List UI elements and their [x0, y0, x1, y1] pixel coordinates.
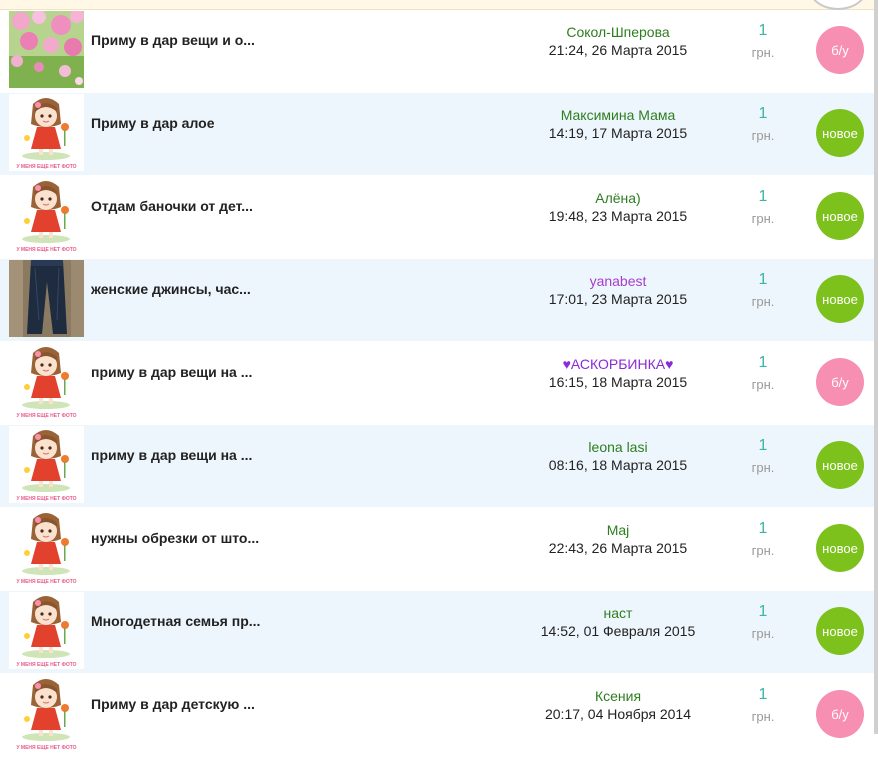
author-link[interactable]: Ксения	[500, 688, 736, 704]
author-link[interactable]: Максимина Мама	[500, 107, 736, 123]
no-photo-caption: У МЕНЯ ЕЩЕ НЕТ ФОТО	[16, 164, 76, 170]
author-link[interactable]: Сокол-Шперова	[500, 24, 736, 40]
ad-date: 16:15, 18 Марта 2015	[548, 374, 688, 390]
no-photo-doll-image: У МЕНЯ ЕЩЕ НЕТ ФОТО	[9, 509, 84, 586]
ad-title-link[interactable]: Приму в дар детскую ...	[91, 696, 255, 712]
ad-date: 21:24, 26 Марта 2015	[548, 42, 688, 58]
no-photo-caption: У МЕНЯ ЕЩЕ НЕТ ФОТО	[16, 247, 76, 253]
price-value: 1	[758, 271, 768, 288]
ad-title-link[interactable]: Отдам баночки от дет...	[91, 198, 253, 214]
price-unit: грн.	[751, 294, 775, 309]
condition-badge: новое	[816, 275, 864, 323]
scrollbar-edge[interactable]	[874, 0, 878, 734]
ad-title-link[interactable]: Приму в дар алое	[91, 115, 215, 131]
flowers-photo-image	[9, 11, 84, 88]
thumbnail-link[interactable]: У МЕНЯ ЕЩЕ НЕТ ФОТО	[9, 509, 84, 586]
no-photo-caption: У МЕНЯ ЕЩЕ НЕТ ФОТО	[16, 496, 76, 502]
table-row[interactable]: Приму в дар вещи и о... Сокол-Шперова 21…	[0, 10, 874, 93]
no-photo-caption: У МЕНЯ ЕЩЕ НЕТ ФОТО	[16, 413, 76, 419]
no-photo-caption: У МЕНЯ ЕЩЕ НЕТ ФОТО	[16, 579, 76, 585]
ad-date: 17:01, 23 Марта 2015	[548, 291, 688, 307]
price-unit: грн.	[751, 626, 775, 641]
table-row[interactable]: У МЕНЯ ЕЩЕ НЕТ ФОТО приму в дар вещи на …	[0, 342, 874, 425]
thumbnail-link[interactable]: У МЕНЯ ЕЩЕ НЕТ ФОТО	[9, 675, 84, 752]
price-unit: грн.	[751, 211, 775, 226]
thumbnail-link[interactable]: У МЕНЯ ЕЩЕ НЕТ ФОТО	[9, 426, 84, 503]
thumbnail-link[interactable]: У МЕНЯ ЕЩЕ НЕТ ФОТО	[9, 592, 84, 669]
condition-badge: новое	[816, 524, 864, 572]
no-photo-doll-image: У МЕНЯ ЕЩЕ НЕТ ФОТО	[9, 343, 84, 420]
table-row[interactable]: У МЕНЯ ЕЩЕ НЕТ ФОТО Отдам баночки от дет…	[0, 176, 874, 259]
ad-date: 08:16, 18 Марта 2015	[548, 457, 688, 473]
price-value: 1	[758, 437, 768, 454]
table-row[interactable]: У МЕНЯ ЕЩЕ НЕТ ФОТО приму в дар вещи на …	[0, 425, 874, 508]
thumbnail-link[interactable]: У МЕНЯ ЕЩЕ НЕТ ФОТО	[9, 343, 84, 420]
no-photo-caption: У МЕНЯ ЕЩЕ НЕТ ФОТО	[16, 662, 76, 668]
no-photo-doll-image: У МЕНЯ ЕЩЕ НЕТ ФОТО	[9, 675, 84, 752]
price-value: 1	[758, 105, 768, 122]
table-row[interactable]: У МЕНЯ ЕЩЕ НЕТ ФОТО нужны обрезки от што…	[0, 508, 874, 591]
thumbnail-link[interactable]: У МЕНЯ ЕЩЕ НЕТ ФОТО	[9, 177, 84, 254]
no-photo-doll-image: У МЕНЯ ЕЩЕ НЕТ ФОТО	[9, 426, 84, 503]
table-row[interactable]: женские джинсы, час... yanabest 17:01, 2…	[0, 259, 874, 342]
author-link[interactable]: Алёна)	[500, 190, 736, 206]
condition-badge: новое	[816, 109, 864, 157]
table-row[interactable]: У МЕНЯ ЕЩЕ НЕТ ФОТО Многодетная семья пр…	[0, 591, 874, 674]
jeans-photo-image	[9, 260, 84, 337]
price-unit: грн.	[751, 377, 775, 392]
price-unit: грн.	[751, 460, 775, 475]
author-link[interactable]: leona lasi	[500, 439, 736, 455]
thumbnail-link[interactable]	[9, 260, 84, 337]
ads-list: Приму в дар вещи и о... Сокол-Шперова 21…	[0, 10, 874, 757]
price-value: 1	[758, 686, 768, 703]
thumbnail-link[interactable]	[9, 11, 84, 88]
ad-title-link[interactable]: приму в дар вещи на ...	[91, 364, 252, 380]
condition-badge: б/у	[816, 26, 864, 74]
condition-badge: новое	[816, 192, 864, 240]
thumbnail-link[interactable]: У МЕНЯ ЕЩЕ НЕТ ФОТО	[9, 94, 84, 171]
no-photo-caption: У МЕНЯ ЕЩЕ НЕТ ФОТО	[16, 745, 76, 751]
no-photo-doll-image: У МЕНЯ ЕЩЕ НЕТ ФОТО	[9, 592, 84, 669]
top-strip	[0, 0, 878, 10]
ad-title-link[interactable]: приму в дар вещи на ...	[91, 447, 252, 463]
table-row[interactable]: У МЕНЯ ЕЩЕ НЕТ ФОТО Приму в дар детскую …	[0, 674, 874, 757]
ad-title-link[interactable]: нужны обрезки от што...	[91, 530, 259, 546]
author-link[interactable]: ♥АСКОРБИНКА♥	[500, 356, 736, 372]
price-value: 1	[758, 520, 768, 537]
ad-title-link[interactable]: женские джинсы, час...	[91, 281, 251, 297]
condition-badge: б/у	[816, 358, 864, 406]
price-unit: грн.	[751, 709, 775, 724]
ad-date: 19:48, 23 Марта 2015	[548, 208, 688, 224]
price-unit: грн.	[751, 45, 775, 60]
no-photo-doll-image: У МЕНЯ ЕЩЕ НЕТ ФОТО	[9, 94, 84, 171]
ad-date: 14:19, 17 Марта 2015	[548, 125, 688, 141]
author-link[interactable]: Maj	[500, 522, 736, 538]
ad-date: 14:52, 01 Февраля 2015	[540, 623, 696, 639]
price-value: 1	[758, 603, 768, 620]
price-value: 1	[758, 22, 768, 39]
condition-badge: б/у	[816, 690, 864, 738]
no-photo-doll-image: У МЕНЯ ЕЩЕ НЕТ ФОТО	[9, 177, 84, 254]
condition-badge: новое	[816, 607, 864, 655]
price-unit: грн.	[751, 128, 775, 143]
ad-date: 22:43, 26 Марта 2015	[548, 540, 688, 556]
table-row[interactable]: У МЕНЯ ЕЩЕ НЕТ ФОТО Приму в дар алое Мак…	[0, 93, 874, 176]
ad-date: 20:17, 04 Ноября 2014	[544, 706, 691, 722]
ad-title-link[interactable]: Приму в дар вещи и о...	[91, 32, 255, 48]
author-link[interactable]: наст	[500, 605, 736, 621]
author-link[interactable]: yanabest	[500, 273, 736, 289]
price-value: 1	[758, 354, 768, 371]
ad-title-link[interactable]: Многодетная семья пр...	[91, 613, 260, 629]
price-unit: грн.	[751, 543, 775, 558]
condition-badge: новое	[816, 441, 864, 489]
price-value: 1	[758, 188, 768, 205]
